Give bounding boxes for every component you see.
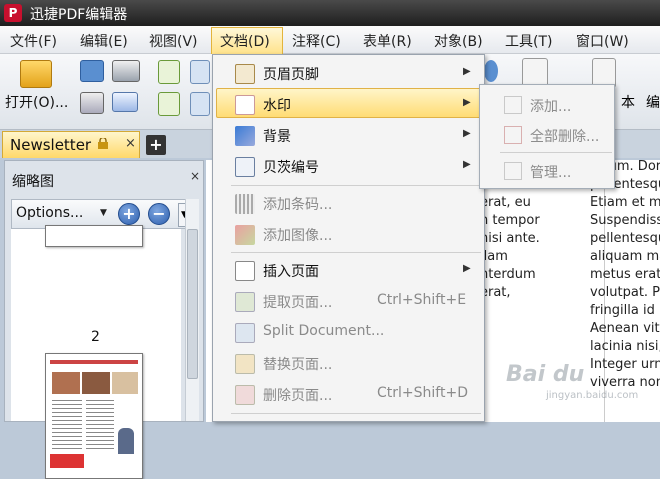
submenu-item-add: 添加... <box>480 91 614 119</box>
menu-item-extract-pages: 提取页面... Ctrl+Shift+E <box>213 286 484 316</box>
import-icon[interactable] <box>158 60 180 84</box>
menu-comment[interactable]: 注释(C) <box>292 31 341 51</box>
page-number: 2 <box>91 329 100 345</box>
delete-page-icon <box>235 385 255 405</box>
menu-separator <box>231 252 481 253</box>
add-watermark-icon <box>504 96 522 114</box>
image-icon <box>235 225 255 245</box>
menu-view[interactable]: 视图(V) <box>149 31 198 51</box>
scrollbar[interactable] <box>185 199 199 421</box>
export-icon[interactable] <box>158 92 180 116</box>
menu-form[interactable]: 表单(R) <box>363 31 412 51</box>
extract-page-icon <box>235 292 255 312</box>
panel-close-icon[interactable]: × <box>190 169 200 183</box>
scanner-icon[interactable] <box>112 60 140 82</box>
manage-watermark-icon <box>504 162 522 180</box>
menu-item-add-image: 添加图像... <box>213 219 484 249</box>
submenu-item-manage: 管理... <box>480 157 614 185</box>
chevron-right-icon: ▶ <box>463 66 471 77</box>
text-column-2: ipsum. DorpellentesqueEtiam et maSuspend… <box>590 159 660 390</box>
menu-tools[interactable]: 工具(T) <box>505 31 552 51</box>
thumb-photo-3 <box>112 372 138 394</box>
app-logo-icon: P <box>4 4 22 22</box>
email-icon[interactable] <box>112 92 138 112</box>
chevron-right-icon: ▶ <box>463 263 471 274</box>
zoom-in-thumb-icon[interactable]: + <box>118 203 140 225</box>
print-icon[interactable] <box>80 92 104 114</box>
background-icon <box>235 126 255 146</box>
document-menu: 页眉页脚 ▶ 水印 ▶ 背景 ▶ 贝茨编号 ▶ 添加条码... 添加图像... … <box>212 54 485 422</box>
menu-separator <box>231 185 481 186</box>
toolbar-label-text: 本 <box>621 95 635 111</box>
zoom-in-icon[interactable] <box>484 60 498 82</box>
menu-document[interactable]: 文档(D) <box>220 31 270 51</box>
barcode-icon <box>235 194 255 214</box>
menu-separator <box>231 413 481 414</box>
thumbnail-panel: 缩略图 × Options... ▼ + − ▼ 2 <box>4 160 204 479</box>
thumb-header-bar <box>50 360 138 364</box>
insert-page-icon <box>235 261 255 281</box>
tab-label: Newsletter <box>10 136 92 154</box>
lock-icon <box>98 138 108 149</box>
menu-object[interactable]: 对象(B) <box>434 31 483 51</box>
add-tab-button[interactable]: + <box>146 135 166 155</box>
thumb-photo-1 <box>52 372 80 394</box>
menu-item-insert-pages[interactable]: 插入页面 ▶ <box>213 255 484 285</box>
tab-newsletter[interactable]: Newsletter × <box>2 131 140 158</box>
undo-icon[interactable] <box>190 60 210 84</box>
save-icon[interactable] <box>80 60 104 82</box>
chevron-right-icon: ▶ <box>463 97 471 108</box>
app-title: 迅捷PDF编辑器 <box>30 7 128 23</box>
menu-item-bates-numbering[interactable]: 贝茨编号 ▶ <box>213 151 484 181</box>
bates-number-icon <box>235 157 255 177</box>
replace-page-icon <box>235 354 255 374</box>
open-folder-icon[interactable] <box>20 60 52 88</box>
chevron-right-icon: ▶ <box>463 159 471 170</box>
title-bar: P 迅捷PDF编辑器 <box>0 0 660 26</box>
menu-item-split-document: Split Document... <box>213 317 484 347</box>
thumb-figure <box>118 428 134 454</box>
thumb-text-block <box>86 400 114 450</box>
thumb-text-block <box>52 400 82 450</box>
submenu-item-remove-all: 全部删除... <box>480 121 614 149</box>
split-document-icon <box>235 323 255 343</box>
page-thumbnail-1[interactable] <box>45 225 143 247</box>
menu-file[interactable]: 文件(F) <box>10 31 57 51</box>
menu-item-delete-pages: 删除页面... Ctrl+Shift+D <box>213 379 484 409</box>
chevron-down-icon[interactable]: ▼ <box>100 208 107 218</box>
thumbnail-list: 2 <box>11 225 181 479</box>
options-dropdown[interactable]: Options... <box>16 205 83 221</box>
menu-item-replace-pages: 替换页面... <box>213 348 484 378</box>
chevron-right-icon: ▶ <box>463 128 471 139</box>
page-thumbnail-2[interactable] <box>45 353 143 479</box>
redo-icon[interactable] <box>190 92 210 116</box>
thumb-red-box <box>50 454 84 468</box>
menu-item-header-footer[interactable]: 页眉页脚 ▶ <box>213 58 484 88</box>
baidu-watermark-url: jingyan.baidu.com <box>546 390 639 401</box>
panel-title: 缩略图 <box>12 174 54 190</box>
scrollbar-thumb[interactable] <box>187 229 198 379</box>
watermark-icon <box>235 95 255 115</box>
menu-edit[interactable]: 编辑(E) <box>80 31 128 51</box>
remove-watermark-icon <box>504 126 522 144</box>
thumb-photo-2 <box>82 372 110 394</box>
tab-close-icon[interactable]: × <box>125 136 136 151</box>
menu-window[interactable]: 窗口(W) <box>576 31 629 51</box>
open-button-label[interactable]: 打开(O)... <box>5 92 68 112</box>
menu-item-watermark[interactable]: 水印 ▶ <box>213 89 484 119</box>
menu-item-add-barcode: 添加条码... <box>213 188 484 218</box>
menu-item-background[interactable]: 背景 ▶ <box>213 120 484 150</box>
submenu-separator <box>500 152 612 153</box>
baidu-watermark: Bai du <box>506 362 585 387</box>
zoom-out-thumb-icon[interactable]: − <box>148 203 170 225</box>
header-footer-icon <box>235 64 255 84</box>
watermark-submenu: 添加... 全部删除... 管理... <box>479 84 615 189</box>
toolbar-label-edit: 编 <box>646 95 660 111</box>
